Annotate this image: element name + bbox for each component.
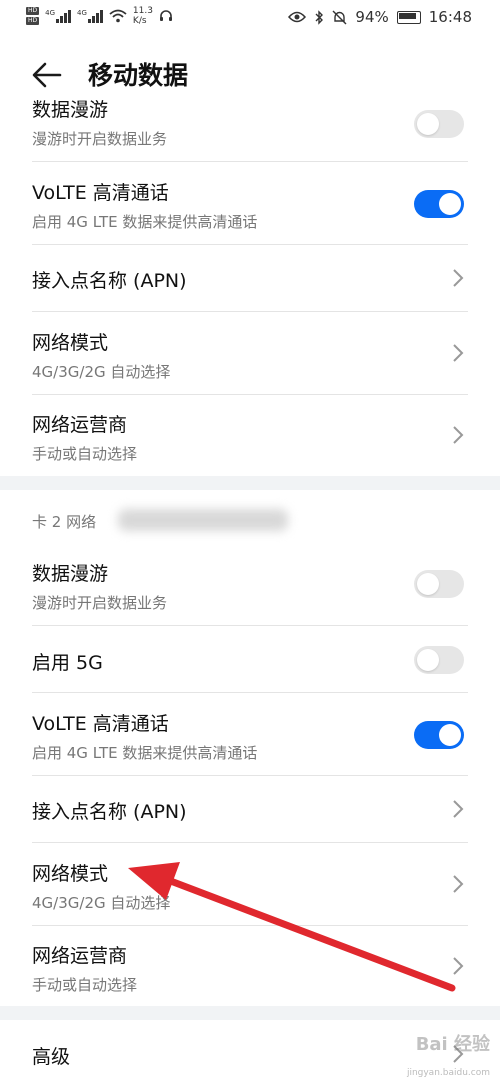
network-type-sim1: 4G (45, 9, 56, 17)
chevron-right-icon (453, 344, 464, 362)
data-roaming-row[interactable]: 数据漫游 漫游时开启数据业务 (0, 100, 500, 160)
hd-icons: HD HD (26, 7, 40, 25)
row-title: 网络模式 (32, 863, 109, 885)
sim1-settings-card: 数据漫游 漫游时开启数据业务 VoLTE 高清通话 启用 4G LTE 数据来提… (0, 100, 500, 476)
hd-badge-sim1: HD (26, 7, 40, 15)
speed-value: 11.3 (132, 6, 153, 16)
volte-row[interactable]: VoLTE 高清通话 启用 4G LTE 数据来提供高清通话 (0, 693, 500, 775)
signal-sim2: 4G (77, 9, 103, 23)
row-subtitle: 4G/3G/2G 自动选择 (32, 894, 171, 912)
bluetooth-icon (315, 9, 324, 25)
row-title: VoLTE 高清通话 (32, 713, 169, 735)
sim2-settings-card: 卡 2 网络 数据漫游 漫游时开启数据业务 启用 5G VoLTE 高清通话 启… (0, 490, 500, 1006)
headset-icon (159, 10, 172, 21)
network-mode-row[interactable]: 网络模式 4G/3G/2G 自动选择 (0, 843, 500, 925)
wifi-icon (109, 9, 127, 23)
network-speed: 11.3 K/s (133, 6, 153, 26)
network-type-sim2: 4G (77, 9, 87, 17)
row-title: 高级 (32, 1046, 71, 1068)
clock: 16:48 (428, 8, 472, 26)
row-title: 网络运营商 (32, 945, 128, 967)
row-title: 数据漫游 (32, 100, 109, 121)
signal-sim1: 4G (45, 9, 72, 23)
apn-row[interactable]: 接入点名称 (APN) (0, 776, 500, 842)
section-label-sim2: 卡 2 网络 (32, 513, 97, 531)
status-left: HD HD 4G 4G 11.3 K/s (26, 6, 173, 26)
back-arrow-icon[interactable] (30, 58, 64, 92)
battery-percentage: 94% (355, 8, 389, 26)
chevron-right-icon (453, 875, 464, 893)
network-mode-row[interactable]: 网络模式 4G/3G/2G 自动选择 (0, 312, 500, 394)
row-subtitle: 漫游时开启数据业务 (32, 594, 168, 612)
data-roaming-row[interactable]: 数据漫游 漫游时开启数据业务 (0, 545, 500, 625)
chevron-right-icon (453, 800, 464, 818)
row-subtitle: 启用 4G LTE 数据来提供高清通话 (32, 213, 258, 231)
watermark-logo: Bai 经验 (415, 1034, 490, 1055)
row-title: 接入点名称 (APN) (32, 270, 187, 292)
data-roaming-toggle[interactable] (414, 570, 464, 598)
row-title: 启用 5G (32, 652, 103, 674)
status-right: 94% 16:48 (288, 8, 472, 26)
enable-5g-toggle[interactable] (414, 646, 464, 674)
enable-5g-row[interactable]: 启用 5G (0, 626, 500, 692)
status-bar: HD HD 4G 4G 11.3 K/s 94% 16:48 (0, 0, 500, 36)
page-title: 移动数据 (88, 61, 189, 90)
chevron-right-icon (453, 426, 464, 444)
row-subtitle: 漫游时开启数据业务 (32, 130, 168, 148)
volte-toggle[interactable] (414, 721, 464, 749)
battery-icon (396, 10, 421, 24)
row-subtitle: 手动或自动选择 (32, 976, 138, 994)
network-operator-row[interactable]: 网络运营商 手动或自动选择 (0, 395, 500, 476)
apn-row[interactable]: 接入点名称 (APN) (0, 245, 500, 311)
network-operator-row[interactable]: 网络运营商 手动或自动选择 (0, 926, 500, 1006)
data-roaming-toggle[interactable] (414, 110, 464, 138)
row-title: VoLTE 高清通话 (32, 182, 169, 204)
carrier-name-redacted (118, 509, 288, 531)
signal-bars-icon (56, 9, 72, 23)
hd-badge-sim2: HD (26, 17, 40, 25)
row-title: 网络模式 (32, 332, 109, 354)
row-title: 网络运营商 (32, 414, 128, 436)
chevron-right-icon (453, 269, 464, 287)
row-subtitle: 4G/3G/2G 自动选择 (32, 363, 171, 381)
row-subtitle: 启用 4G LTE 数据来提供高清通话 (32, 744, 258, 762)
volte-row[interactable]: VoLTE 高清通话 启用 4G LTE 数据来提供高清通话 (0, 162, 500, 244)
row-title: 数据漫游 (32, 563, 109, 585)
watermark-url: jingyan.baidu.com (406, 1068, 490, 1078)
row-title: 接入点名称 (APN) (32, 801, 187, 823)
bell-muted-icon (332, 10, 347, 24)
chevron-right-icon (453, 957, 464, 975)
row-subtitle: 手动或自动选择 (32, 445, 138, 463)
eye-icon (288, 11, 307, 23)
signal-bars-icon (87, 9, 103, 23)
speed-unit: K/s (132, 16, 147, 26)
volte-toggle[interactable] (414, 190, 464, 218)
